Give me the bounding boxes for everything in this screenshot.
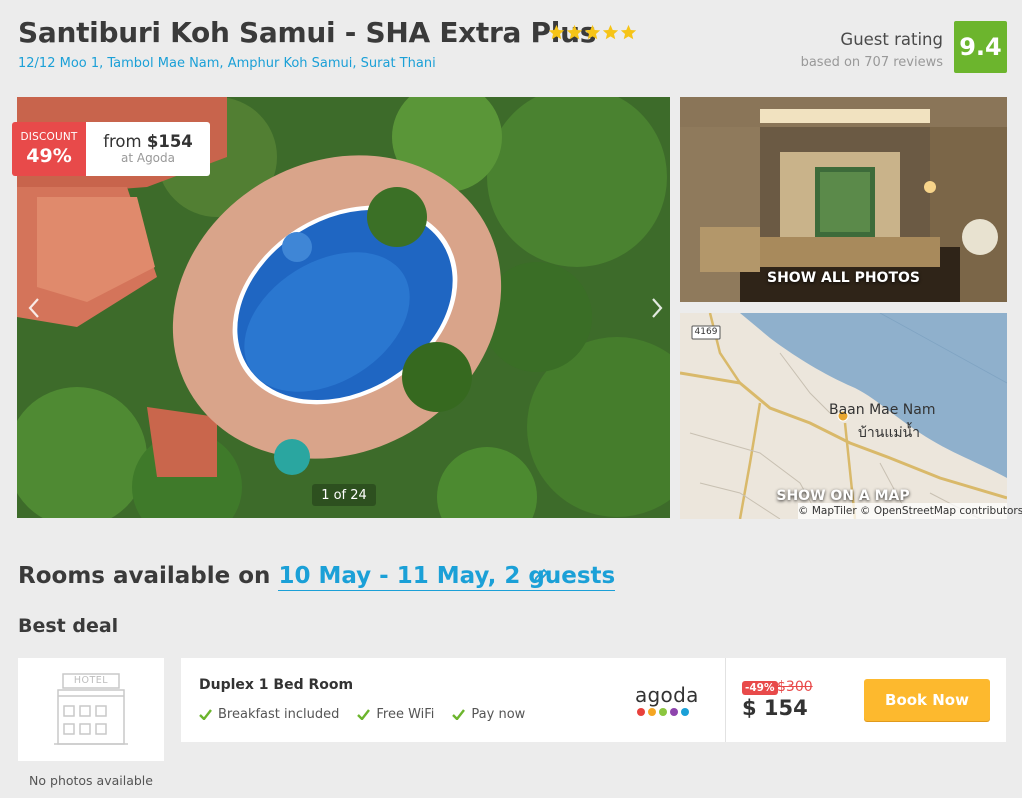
rooms-available-heading: Rooms available on 10 May - 11 May, 2 gu… <box>18 563 616 591</box>
map-place-name: Baan Mae Nam <box>829 402 936 418</box>
map-place-name-thai: บ้านแม่น้ำ <box>858 425 921 441</box>
prev-photo-arrow-icon[interactable] <box>27 297 41 319</box>
book-now-button[interactable]: Book Now <box>864 679 990 721</box>
no-photos-label: No photos available <box>29 773 153 788</box>
logo-dot <box>637 708 645 716</box>
photo-counter: 1 of 24 <box>312 484 376 506</box>
star-icon <box>548 24 565 40</box>
amenity-item: Breakfast included <box>199 707 339 722</box>
next-photo-arrow-icon[interactable] <box>650 297 664 319</box>
logo-dot <box>681 708 689 716</box>
amenity-label: Pay now <box>471 707 526 722</box>
room-name[interactable]: Duplex 1 Bed Room <box>199 677 353 693</box>
amenity-label: Breakfast included <box>218 707 340 722</box>
road-number: 4169 <box>694 327 718 337</box>
agoda-dots <box>637 708 699 716</box>
check-icon <box>357 709 371 720</box>
from-price-badge[interactable]: from $154 at Agoda <box>86 122 210 176</box>
logo-dot <box>648 708 656 716</box>
discount-label: DISCOUNT <box>20 131 78 143</box>
discount-badge: DISCOUNT 49% <box>12 122 86 176</box>
amenity-item: Free WiFi <box>357 707 434 722</box>
star-icon <box>620 24 637 40</box>
star-icon <box>602 24 619 40</box>
discount-percent: 49% <box>26 145 72 167</box>
provider-name: agoda <box>635 683 699 707</box>
check-icon <box>199 709 212 720</box>
guest-rating-label: Guest rating <box>840 30 943 49</box>
amenity-list: Breakfast included Free WiFi Pay now <box>199 707 525 722</box>
rating-score-badge: 9.4 <box>954 21 1007 73</box>
date-guests-selector[interactable]: 10 May - 11 May, 2 guests <box>278 563 616 591</box>
room-thumbnail-placeholder: HOTEL <box>18 658 164 761</box>
old-price: $300 <box>777 679 813 695</box>
map-attribution[interactable]: © MapTiler © OpenStreetMap contributors <box>798 503 1022 519</box>
best-deal-heading: Best deal <box>18 615 119 637</box>
check-icon <box>452 709 466 720</box>
deal-price: $ 154 <box>742 696 808 720</box>
logo-dot <box>670 708 678 716</box>
star-icon <box>566 24 583 40</box>
show-on-map-label[interactable]: SHOW ON A MAP <box>760 488 926 504</box>
amenity-item: Pay now <box>452 707 525 722</box>
amenity-label: Free WiFi <box>376 707 435 722</box>
show-all-photos-label[interactable]: SHOW ALL PHOTOS <box>680 270 1007 286</box>
rooms-title-prefix: Rooms available on <box>18 563 279 589</box>
deal-divider <box>725 658 726 742</box>
hotel-sign-text: HOTEL <box>73 675 109 686</box>
star-rating <box>548 24 637 41</box>
star-icon <box>584 24 601 40</box>
agoda-logo: agoda <box>635 683 699 716</box>
from-price-source: at Agoda <box>120 151 175 165</box>
logo-dot <box>659 708 667 716</box>
from-price: from $154 <box>103 132 193 151</box>
review-count[interactable]: based on 707 reviews <box>801 55 943 70</box>
hotel-address-link[interactable]: 12/12 Moo 1, Tambol Mae Nam, Amphur Koh … <box>18 56 436 71</box>
pencil-edit-icon[interactable] <box>532 567 550 585</box>
hotel-title: Santiburi Koh Samui - SHA Extra Plus <box>18 16 597 49</box>
deal-discount-badge: -49% <box>742 681 778 695</box>
